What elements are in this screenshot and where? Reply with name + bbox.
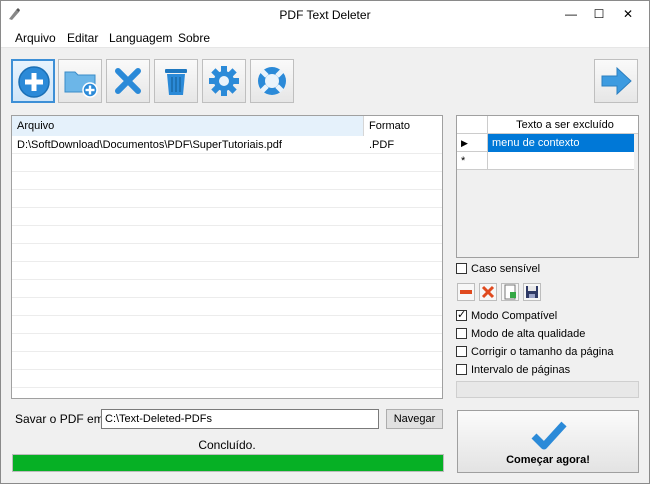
empty-row [12,280,442,298]
empty-row [12,208,442,226]
title-bar: PDF Text Deleter — ☐ ✕ [1,1,649,28]
text-cell-new[interactable] [488,152,634,170]
document-add-icon [504,284,516,300]
progress-bar [12,454,444,472]
save-path-input[interactable] [101,409,379,429]
remove-row-button[interactable] [457,283,475,301]
empty-row [12,370,442,388]
menu-languagem[interactable]: Languagem [109,31,172,45]
empty-row [12,262,442,280]
arrow-right-icon [601,66,632,96]
case-sensitive-label: Caso sensível [471,263,541,275]
empty-row [12,316,442,334]
menu-editar[interactable]: Editar [67,31,98,45]
settings-button[interactable] [202,59,246,103]
page-range-label: Intervalo de páginas [471,364,571,376]
row-selector-current[interactable]: ▶ [457,134,488,152]
menu-bar: Arquivo Editar Languagem Sobre [1,28,649,48]
app-window: PDF Text Deleter — ☐ ✕ Arquivo Editar La… [0,0,650,484]
progress-fill [13,455,443,471]
help-button[interactable] [250,59,294,103]
status-text: Concluído. [198,438,256,452]
maximize-button[interactable]: ☐ [584,1,614,28]
empty-row [12,172,442,190]
close-button[interactable]: ✕ [613,1,643,28]
add-file-button[interactable] [11,59,55,103]
checkmark-icon [531,421,567,450]
empty-row [12,298,442,316]
remove-button[interactable] [106,59,150,103]
checkbox-box[interactable] [456,364,467,375]
file-format-cell: .PDF [369,139,395,151]
case-sensitive-checkbox[interactable]: Caso sensível [456,262,646,276]
empty-row [12,154,442,172]
checkbox-box[interactable] [456,346,467,357]
text-delete-grid[interactable]: Texto a ser excluído ▶ menu de contexto … [456,115,639,258]
add-folder-button[interactable] [58,59,102,103]
grid-column-header[interactable]: Texto a ser excluído [488,116,638,134]
page-range-checkbox[interactable]: Intervalo de páginas [456,363,646,377]
minimize-button[interactable]: — [556,1,586,28]
empty-row [12,334,442,352]
x-icon [115,68,141,94]
file-list[interactable]: Arquivo Formato D:\SoftDownload\Document… [11,115,443,399]
browse-button[interactable]: Navegar [386,409,443,429]
window-title: PDF Text Deleter [279,8,371,22]
empty-row [12,352,442,370]
menu-arquivo[interactable]: Arquivo [15,31,56,45]
checkbox-box[interactable] [456,308,467,321]
column-header-formato[interactable]: Formato [364,116,442,136]
fix-page-size-label: Corrigir o tamanho da página [471,346,614,358]
next-button[interactable] [594,59,638,103]
gear-icon [209,66,239,96]
import-list-button[interactable] [501,283,519,301]
floppy-disk-icon [526,286,538,298]
page-range-input [456,381,639,398]
high-quality-label: Modo de alta qualidade [471,328,586,340]
clear-button[interactable] [154,59,198,103]
minus-icon [460,290,472,294]
file-path-cell: D:\SoftDownload\Documentos\PDF\SuperTuto… [17,139,282,151]
empty-row [12,226,442,244]
grid-corner [457,116,488,134]
text-cell-selected[interactable]: menu de contexto [488,134,634,152]
table-row[interactable]: D:\SoftDownload\Documentos\PDF\SuperTuto… [12,136,442,154]
row-selector-new[interactable]: * [457,152,488,170]
compat-mode-label: Modo Compatível [471,310,558,322]
start-button[interactable]: Começar agora! [457,410,639,473]
fix-page-size-checkbox[interactable]: Corrigir o tamanho da página [456,345,646,359]
start-button-label: Começar agora! [506,454,590,466]
checkbox-box[interactable] [456,263,467,274]
save-list-button[interactable] [523,283,541,301]
column-header-arquivo[interactable]: Arquivo [12,116,364,136]
folder-plus-icon [64,71,98,98]
trash-icon [165,69,187,95]
plus-circle-icon [18,66,50,98]
delete-row-button[interactable] [479,283,497,301]
checkbox-box[interactable] [456,328,467,339]
empty-row [12,190,442,208]
save-path-label: Savar o PDF em [15,412,104,426]
high-quality-checkbox[interactable]: Modo de alta qualidade [456,327,646,341]
compat-mode-checkbox[interactable]: Modo Compatível [456,308,646,323]
x-icon [481,285,495,299]
menu-sobre[interactable]: Sobre [178,31,210,45]
empty-row [12,244,442,262]
lifebuoy-icon [258,67,286,95]
